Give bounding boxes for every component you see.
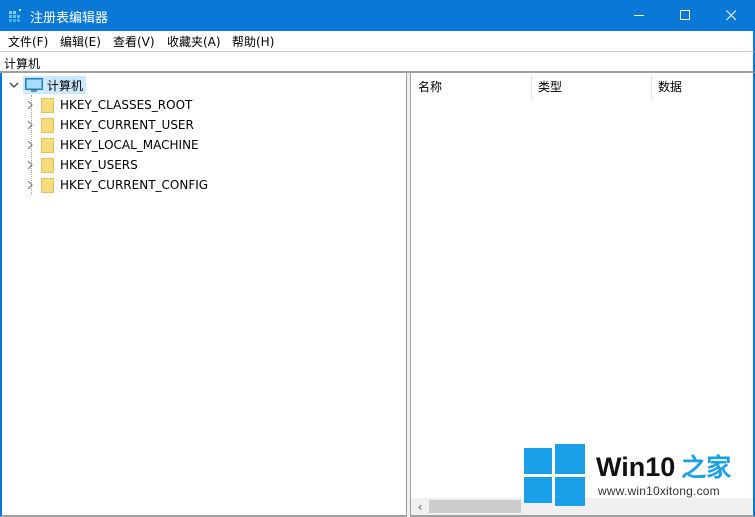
menu-favorites[interactable]: 收藏夹(A) [167, 33, 221, 50]
chevron-down-icon[interactable] [8, 79, 20, 91]
chevron-right-icon[interactable] [24, 179, 36, 191]
folder-icon [41, 177, 54, 193]
menu-bar: 文件(F) 编辑(E) 查看(V) 收藏夹(A) 帮助(H) [0, 31, 755, 51]
minimize-button[interactable] [616, 0, 662, 31]
title-bar: 注册表编辑器 [0, 0, 755, 31]
column-divider[interactable] [531, 75, 532, 99]
tree-node-label: HKEY_LOCAL_MACHINE [60, 138, 199, 152]
tree-pane: 计算机 HKEY_CLASSES_ROOT HKEY_CURRENT_USER … [0, 73, 407, 517]
tree-node-hkcc[interactable]: HKEY_CURRENT_CONFIG [24, 175, 208, 195]
scroll-left-icon[interactable]: ‹ [413, 498, 427, 515]
tree-node-label: 计算机 [47, 78, 84, 93]
watermark-url: www.win10xitong.com [598, 484, 720, 498]
maximize-button[interactable] [662, 0, 708, 31]
column-header-type[interactable]: 类型 [538, 78, 562, 95]
watermark: Win10 之家 www.win10xitong.com [524, 444, 749, 506]
tree-node-hklm[interactable]: HKEY_LOCAL_MACHINE [24, 135, 199, 155]
minimize-icon [633, 15, 644, 16]
menu-edit[interactable]: 编辑(E) [60, 33, 101, 50]
column-divider[interactable] [651, 75, 652, 99]
folder-icon [41, 137, 54, 153]
chevron-right-icon[interactable] [24, 99, 36, 111]
window-title: 注册表编辑器 [30, 11, 109, 26]
address-input[interactable]: 计算机 [4, 55, 40, 72]
chevron-right-icon[interactable] [24, 119, 36, 131]
tree-node-label: HKEY_USERS [60, 158, 138, 172]
computer-icon [25, 77, 43, 92]
tree-node-hkcu[interactable]: HKEY_CURRENT_USER [24, 115, 194, 135]
windows-logo-icon [524, 444, 585, 506]
watermark-title-en: Win10 [596, 452, 676, 482]
tree-node-computer-selected[interactable]: 计算机 [23, 76, 87, 94]
watermark-title: Win10 之家 [596, 448, 731, 484]
tree-node-label: HKEY_CLASSES_ROOT [60, 98, 193, 112]
regedit-app-icon [9, 9, 21, 22]
column-header-name[interactable]: 名称 [418, 78, 442, 95]
folder-icon [41, 117, 54, 133]
tree-node-label: HKEY_CURRENT_CONFIG [60, 178, 209, 192]
maximize-icon [679, 10, 690, 20]
tree-node-label: HKEY_CURRENT_USER [60, 118, 194, 132]
tree-node-computer[interactable]: 计算机 [8, 75, 87, 95]
folder-icon [41, 157, 54, 173]
address-bar[interactable]: 计算机 [0, 51, 755, 73]
chevron-right-icon[interactable] [24, 139, 36, 151]
close-icon [725, 10, 736, 21]
tree-node-hku[interactable]: HKEY_USERS [24, 155, 138, 175]
menu-help[interactable]: 帮助(H) [232, 33, 274, 50]
watermark-title-cn: 之家 [681, 454, 732, 482]
menu-file[interactable]: 文件(F) [8, 33, 48, 50]
tree-node-hkcr[interactable]: HKEY_CLASSES_ROOT [24, 95, 192, 115]
chevron-right-icon[interactable] [24, 159, 36, 171]
folder-icon [41, 97, 54, 113]
scrollbar-thumb[interactable] [429, 500, 521, 513]
menu-view[interactable]: 查看(V) [113, 33, 155, 50]
close-button[interactable] [708, 0, 754, 31]
column-header-data[interactable]: 数据 [658, 78, 682, 95]
